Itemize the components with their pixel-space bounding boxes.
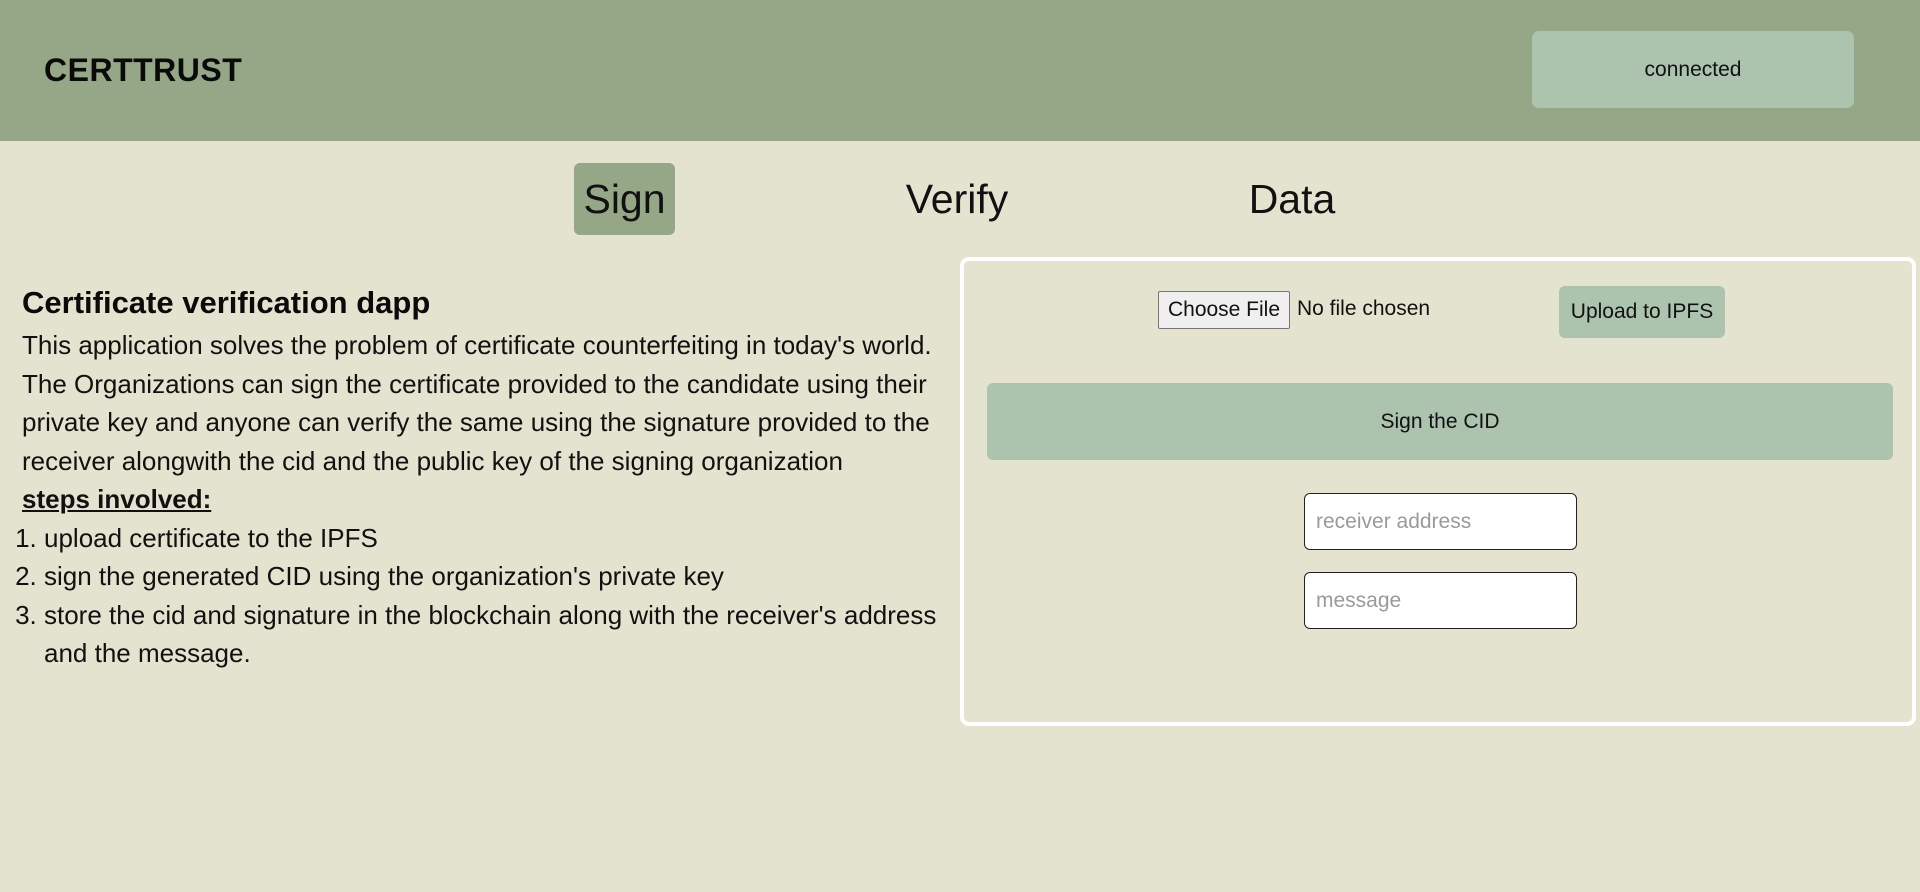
steps-heading: steps involved: [22,484,212,514]
app-header: CERTTRUST connected [0,0,1920,141]
receiver-address-input[interactable] [1304,493,1577,550]
steps-list: upload certificate to the IPFS sign the … [22,519,952,673]
app-brand: CERTTRUST [44,52,243,88]
connection-status-button[interactable]: connected [1532,31,1854,108]
step-item: sign the generated CID using the organiz… [44,557,952,596]
step-item: upload certificate to the IPFS [44,519,952,558]
tab-verify[interactable]: Verify [890,163,1024,235]
sign-form-card: Choose File No file chosen Upload to IPF… [960,257,1916,726]
message-input[interactable] [1304,572,1577,629]
upload-to-ipfs-button[interactable]: Upload to IPFS [1559,286,1725,338]
tab-data[interactable]: Data [1238,163,1346,235]
step-item: store the cid and signature in the block… [44,596,952,673]
sign-cid-button[interactable]: Sign the CID [987,383,1893,460]
file-status-text: No file chosen [1297,297,1431,320]
intro-section: Certificate verification dapp This appli… [22,282,952,673]
choose-file-button[interactable]: Choose File [1158,291,1290,329]
tab-sign[interactable]: Sign [574,163,675,235]
page-title: Certificate verification dapp [22,285,431,320]
intro-description: This application solves the problem of c… [22,330,932,476]
